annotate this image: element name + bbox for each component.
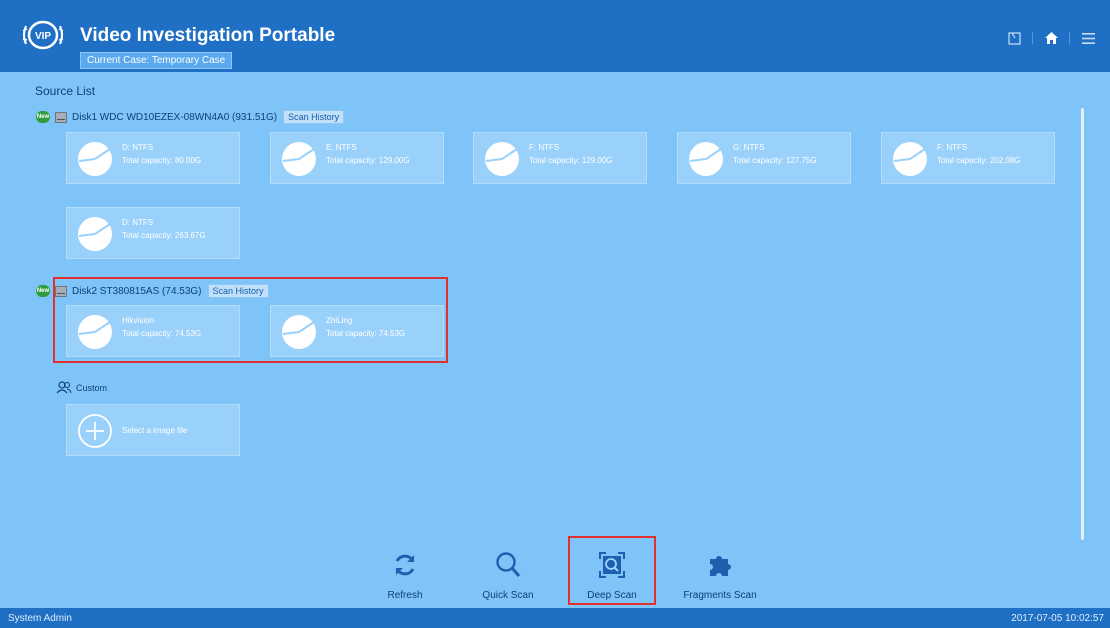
partition-card[interactable]: Hikvision Total capacity: 74.53G xyxy=(66,305,240,357)
pie-chart-icon xyxy=(282,315,316,349)
partition-capacity: Total capacity: 74.53G xyxy=(326,329,406,338)
vertical-scrollbar[interactable] xyxy=(1081,108,1084,540)
quick-scan-label: Quick Scan xyxy=(482,590,534,601)
pie-chart-icon xyxy=(689,142,723,176)
scan-history-button[interactable]: Scan History xyxy=(207,284,269,298)
partition-card[interactable]: F: NTFS Total capacity: 202.08G xyxy=(881,132,1055,184)
partition-name: D: NTFS xyxy=(122,143,154,152)
scan-history-button[interactable]: Scan History xyxy=(283,110,345,124)
logo-text: VIP xyxy=(35,31,51,42)
select-image-file-card[interactable]: Select a image file xyxy=(66,404,240,456)
header-divider xyxy=(1069,32,1070,44)
current-case-badge: Current Case: Temporary Case xyxy=(80,52,233,69)
deep-scan-icon xyxy=(599,552,625,578)
users-icon xyxy=(56,381,72,394)
custom-label: Custom xyxy=(76,382,108,393)
disk-label: Disk2 ST380815AS (74.53G) xyxy=(72,285,202,297)
disk-row-1: New Disk1 WDC WD10EZEX-08WN4A0 (931.51G)… xyxy=(36,110,345,124)
quick-scan-button[interactable]: Quick Scan xyxy=(463,548,553,601)
app-title: Video Investigation Portable xyxy=(80,25,336,46)
magnifier-icon xyxy=(496,552,521,577)
pie-chart-icon xyxy=(485,142,519,176)
plus-circle-icon xyxy=(78,414,112,448)
app-header: VIP Video Investigation Portable Current… xyxy=(0,0,1110,72)
partition-capacity: Total capacity: 129.00G xyxy=(326,156,410,165)
custom-row: Custom xyxy=(56,381,107,394)
source-list-title: Source List xyxy=(35,84,96,98)
export-icon[interactable] xyxy=(1006,30,1022,46)
deep-scan-label: Deep Scan xyxy=(587,590,637,601)
pie-chart-icon xyxy=(78,315,112,349)
header-actions xyxy=(1006,30,1096,46)
partition-card[interactable]: ZhiLing Total capacity: 74.53G xyxy=(270,305,444,357)
partition-name: E: NTFS xyxy=(326,143,357,152)
partition-card[interactable]: D: NTFS Total capacity: 80.00G xyxy=(66,132,240,184)
pie-chart-icon xyxy=(78,217,112,251)
partition-capacity: Total capacity: 127.75G xyxy=(733,156,817,165)
refresh-icon xyxy=(395,554,415,576)
disk-label: Disk1 WDC WD10EZEX-08WN4A0 (931.51G) xyxy=(72,111,278,123)
partition-capacity: Total capacity: 263.67G xyxy=(122,231,206,240)
partition-name: Hikvision xyxy=(122,316,155,325)
refresh-button[interactable]: Refresh xyxy=(360,548,450,601)
partition-name: ZhiLing xyxy=(326,316,353,325)
partition-name: F: NTFS xyxy=(529,143,560,152)
partition-card[interactable]: G: NTFS Total capacity: 127.75G xyxy=(677,132,851,184)
puzzle-piece-icon xyxy=(710,556,731,576)
deep-scan-button[interactable]: Deep Scan xyxy=(567,548,657,601)
vip-logo-icon: VIP xyxy=(22,20,64,50)
status-bar: System Admin 2017-07-05 10:02:57 xyxy=(0,608,1110,628)
fragments-scan-label: Fragments Scan xyxy=(683,590,757,601)
partition-capacity: Total capacity: 74.53G xyxy=(122,329,202,338)
pie-chart-icon xyxy=(893,142,927,176)
refresh-label: Refresh xyxy=(387,590,423,601)
partition-name: F: NTFS xyxy=(937,143,968,152)
partition-capacity: Total capacity: 80.00G xyxy=(122,156,202,165)
partition-capacity: Total capacity: 202.08G xyxy=(937,156,1021,165)
hard-drive-icon xyxy=(55,285,67,297)
home-icon[interactable] xyxy=(1043,30,1059,46)
pie-chart-icon xyxy=(282,142,316,176)
select-image-label: Select a image file xyxy=(122,426,188,435)
partition-name: D: NTFS xyxy=(122,218,154,227)
menu-icon[interactable] xyxy=(1080,30,1096,46)
header-divider xyxy=(1032,32,1033,44)
disk-row-2: New Disk2 ST380815AS (74.53G) Scan Histo… xyxy=(36,284,269,298)
partition-card[interactable]: F: NTFS Total capacity: 129.00G xyxy=(473,132,647,184)
pie-chart-icon xyxy=(78,142,112,176)
new-badge: New xyxy=(36,285,50,297)
current-user: System Admin xyxy=(8,613,72,624)
partition-card[interactable]: D: NTFS Total capacity: 263.67G xyxy=(66,207,240,259)
new-badge: New xyxy=(36,111,50,123)
partition-card[interactable]: E: NTFS Total capacity: 129.00G xyxy=(270,132,444,184)
hard-drive-icon xyxy=(55,111,67,123)
fragments-scan-button[interactable]: Fragments Scan xyxy=(675,548,765,601)
status-datetime: 2017-07-05 10:02:57 xyxy=(1011,613,1104,624)
partition-name: G: NTFS xyxy=(733,143,765,152)
partition-capacity: Total capacity: 129.00G xyxy=(529,156,613,165)
